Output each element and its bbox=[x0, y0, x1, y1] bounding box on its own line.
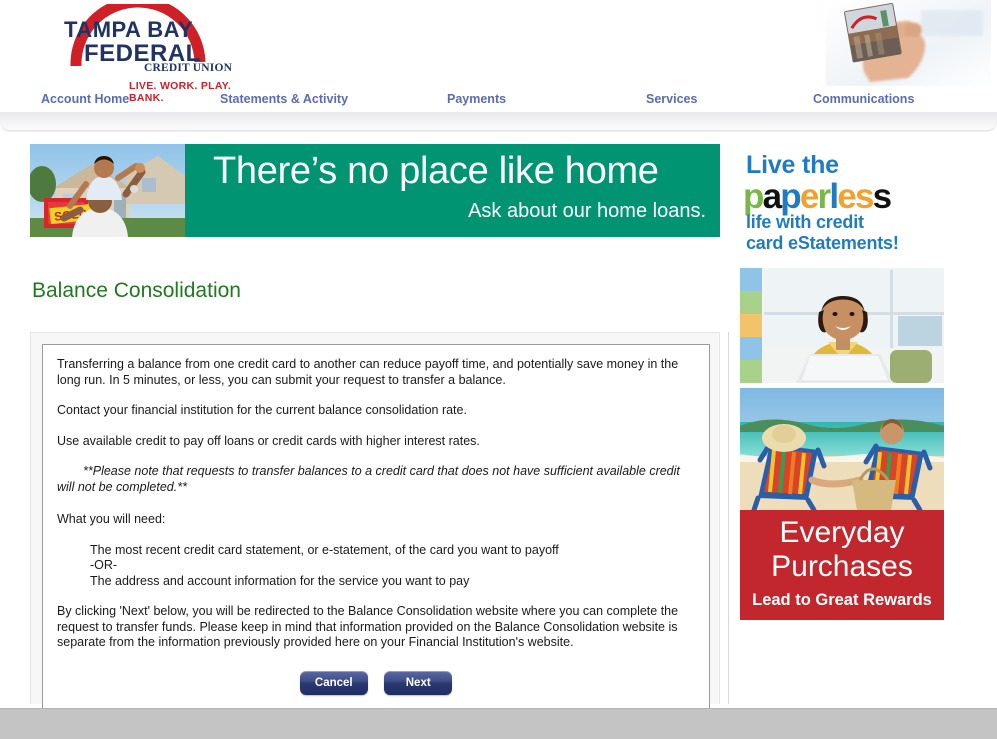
paperless-line-3a: life with credit bbox=[746, 212, 864, 232]
button-row: Cancel Next bbox=[57, 670, 695, 695]
rewards-line-1: Everyday bbox=[779, 516, 905, 549]
logo-line-3: CREDIT UNION bbox=[144, 62, 233, 74]
hero-family-photo: FO SOLD bbox=[30, 144, 185, 237]
page-body: FO SOLD bbox=[0, 132, 997, 716]
hero-banner[interactable]: FO SOLD bbox=[30, 144, 720, 237]
paperless-line-1: Live the bbox=[746, 151, 839, 179]
ad-everyday-purchases[interactable]: Everyday Purchases Lead to Great Rewards bbox=[740, 510, 944, 620]
paperless-line-3: life with credit card eStatements! bbox=[746, 212, 899, 254]
nav-item-statements-activity[interactable]: Statements & Activity bbox=[220, 92, 348, 106]
requirement-separator: -OR- bbox=[90, 558, 118, 572]
requirements-list: The most recent credit card statement, o… bbox=[57, 543, 695, 590]
credit-paragraph: Use available credit to pay off loans or… bbox=[57, 433, 480, 448]
beach-chairs-image bbox=[740, 388, 944, 510]
rewards-line-2: Purchases bbox=[771, 550, 913, 583]
requirement-item-statement: The most recent credit card statement, o… bbox=[90, 542, 559, 557]
requirement-item-address: The address and account information for … bbox=[90, 573, 470, 588]
hero-headline: There’s no place like home bbox=[213, 150, 659, 192]
ad-paperless-estatements[interactable]: Live the paperless life with credit card… bbox=[740, 144, 944, 264]
next-button[interactable]: Next bbox=[384, 670, 453, 695]
nav-item-communications[interactable]: Communications bbox=[813, 92, 914, 106]
need-heading: What you will need: bbox=[57, 512, 166, 526]
nav-item-payments[interactable]: Payments bbox=[447, 92, 506, 106]
site-header: TAMPA BAY FEDERAL CREDIT UNION LIVE. WOR… bbox=[0, 0, 997, 104]
cancel-button[interactable]: Cancel bbox=[299, 670, 368, 695]
important-note: **Please note that requests to transfer … bbox=[57, 464, 680, 494]
rewards-subline: Lead to Great Rewards bbox=[752, 591, 932, 609]
redirect-disclaimer: By clicking 'Next' below, you will be re… bbox=[57, 604, 679, 649]
column-divider bbox=[728, 332, 729, 704]
nav-item-services[interactable]: Services bbox=[646, 92, 697, 106]
hero-subline: Ask about our home loans. bbox=[468, 200, 706, 222]
rate-paragraph: Contact your financial institution for t… bbox=[57, 403, 467, 417]
page-title: Balance Consolidation bbox=[32, 279, 241, 302]
paperless-word: paperless bbox=[743, 177, 892, 216]
logo[interactable]: TAMPA BAY FEDERAL CREDIT UNION LIVE. WOR… bbox=[58, 4, 238, 104]
paperless-line-3b: card eStatements! bbox=[746, 233, 899, 253]
rewards-headline: Everyday Purchases bbox=[740, 516, 944, 584]
content-box: Transferring a balance from one credit c… bbox=[42, 344, 710, 716]
content-panel: Transferring a balance from one credit c… bbox=[30, 332, 720, 716]
woman-with-laptop-image bbox=[740, 268, 944, 383]
nav-shelf-divider bbox=[0, 112, 997, 131]
intro-paragraph: Transferring a balance from one credit c… bbox=[57, 357, 679, 387]
page-footer bbox=[0, 708, 997, 739]
nav-item-account-home[interactable]: Account Home bbox=[41, 92, 129, 106]
hand-holding-card-image bbox=[826, 0, 991, 86]
hero-text: There’s no place like home Ask about our… bbox=[195, 144, 710, 237]
